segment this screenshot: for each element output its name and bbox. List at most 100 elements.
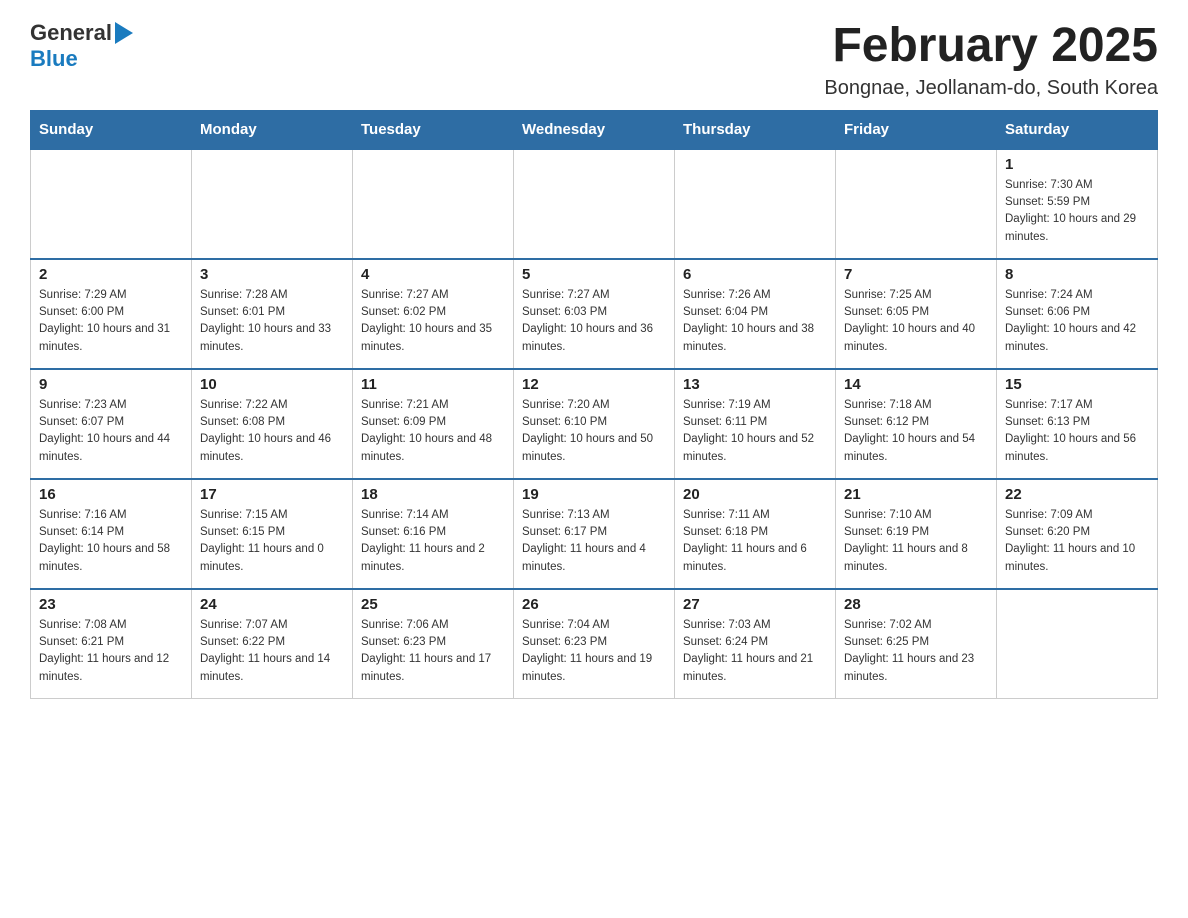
calendar-cell: 12 Sunrise: 7:20 AM Sunset: 6:10 PM Dayli… [514,369,675,479]
day-number: 13 [683,376,827,393]
day-info: Sunrise: 7:20 AM Sunset: 6:10 PM Dayligh… [522,397,666,466]
day-number: 8 [1005,266,1149,283]
calendar-cell: 23Sunrise: 7:08 AM Sunset: 6:21 PM Dayli… [31,589,192,699]
day-info: Sunrise: 7:25 AM Sunset: 6:05 PM Dayligh… [844,287,988,356]
col-header-monday: Monday [192,110,353,149]
calendar-cell: 22 Sunrise: 7:09 AM Sunset: 6:20 PM Dayli… [997,479,1158,589]
calendar-cell: 1 Sunrise: 7:30 AM Sunset: 5:59 PM Daylig… [997,149,1158,259]
calendar-cell: 28 Sunrise: 7:02 AM Sunset: 6:25 PM Dayli… [836,589,997,699]
day-number: 2 [39,266,183,283]
col-header-sunday: Sunday [31,110,192,149]
day-number: 16 [39,486,183,503]
logo: General Blue [30,20,133,72]
day-number: 14 [844,376,988,393]
day-number: 18 [361,486,505,503]
calendar-cell: 18 Sunrise: 7:14 AM Sunset: 6:16 PM Dayli… [353,479,514,589]
page-header: General Blue February 2025 Bongnae, Jeol… [30,20,1158,100]
day-number: 27 [683,596,827,613]
logo-blue-text: Blue [30,46,78,71]
day-info: Sunrise: 7:02 AM Sunset: 6:25 PM Dayligh… [844,617,988,686]
day-number: 5 [522,266,666,283]
calendar-cell: 2Sunrise: 7:29 AM Sunset: 6:00 PM Daylig… [31,259,192,369]
calendar-cell: 7 Sunrise: 7:25 AM Sunset: 6:05 PM Daylig… [836,259,997,369]
calendar-cell: 11 Sunrise: 7:21 AM Sunset: 6:09 PM Dayli… [353,369,514,479]
calendar-week-row: 16 Sunrise: 7:16 AM Sunset: 6:14 PM Dayli… [31,479,1158,589]
calendar-cell [514,149,675,259]
calendar-cell [31,149,192,259]
calendar-header-row: SundayMondayTuesdayWednesdayThursdayFrid… [31,110,1158,149]
calendar-cell: 24 Sunrise: 7:07 AM Sunset: 6:22 PM Dayli… [192,589,353,699]
day-number: 7 [844,266,988,283]
title-block: February 2025 Bongnae, Jeollanam-do, Sou… [824,20,1158,100]
day-info: Sunrise: 7:09 AM Sunset: 6:20 PM Dayligh… [1005,507,1149,576]
calendar-cell: 3 Sunrise: 7:28 AM Sunset: 6:01 PM Daylig… [192,259,353,369]
col-header-wednesday: Wednesday [514,110,675,149]
day-number: 25 [361,596,505,613]
day-number: 21 [844,486,988,503]
calendar-week-row: 1 Sunrise: 7:30 AM Sunset: 5:59 PM Daylig… [31,149,1158,259]
day-number: 3 [200,266,344,283]
calendar-cell: 14 Sunrise: 7:18 AM Sunset: 6:12 PM Dayli… [836,369,997,479]
calendar-cell: 5 Sunrise: 7:27 AM Sunset: 6:03 PM Daylig… [514,259,675,369]
day-number: 4 [361,266,505,283]
day-info: Sunrise: 7:17 AM Sunset: 6:13 PM Dayligh… [1005,397,1149,466]
calendar-cell: 27 Sunrise: 7:03 AM Sunset: 6:24 PM Dayli… [675,589,836,699]
calendar-week-row: 23Sunrise: 7:08 AM Sunset: 6:21 PM Dayli… [31,589,1158,699]
logo-arrow-icon [115,22,133,44]
day-info: Sunrise: 7:03 AM Sunset: 6:24 PM Dayligh… [683,617,827,686]
calendar-cell: 21Sunrise: 7:10 AM Sunset: 6:19 PM Dayli… [836,479,997,589]
day-info: Sunrise: 7:13 AM Sunset: 6:17 PM Dayligh… [522,507,666,576]
day-number: 12 [522,376,666,393]
day-number: 22 [1005,486,1149,503]
day-number: 23 [39,596,183,613]
calendar-cell: 6 Sunrise: 7:26 AM Sunset: 6:04 PM Daylig… [675,259,836,369]
day-info: Sunrise: 7:19 AM Sunset: 6:11 PM Dayligh… [683,397,827,466]
calendar-cell: 26Sunrise: 7:04 AM Sunset: 6:23 PM Dayli… [514,589,675,699]
day-number: 17 [200,486,344,503]
location-subtitle: Bongnae, Jeollanam-do, South Korea [824,77,1158,100]
calendar-cell [836,149,997,259]
day-info: Sunrise: 7:15 AM Sunset: 6:15 PM Dayligh… [200,507,344,576]
calendar-cell: 9 Sunrise: 7:23 AM Sunset: 6:07 PM Daylig… [31,369,192,479]
day-info: Sunrise: 7:28 AM Sunset: 6:01 PM Dayligh… [200,287,344,356]
day-info: Sunrise: 7:22 AM Sunset: 6:08 PM Dayligh… [200,397,344,466]
day-number: 1 [1005,156,1149,173]
calendar-cell: 16 Sunrise: 7:16 AM Sunset: 6:14 PM Dayli… [31,479,192,589]
day-number: 9 [39,376,183,393]
calendar-cell: 19 Sunrise: 7:13 AM Sunset: 6:17 PM Dayli… [514,479,675,589]
day-info: Sunrise: 7:06 AM Sunset: 6:23 PM Dayligh… [361,617,505,686]
day-info: Sunrise: 7:11 AM Sunset: 6:18 PM Dayligh… [683,507,827,576]
day-number: 19 [522,486,666,503]
day-info: Sunrise: 7:23 AM Sunset: 6:07 PM Dayligh… [39,397,183,466]
calendar-cell [192,149,353,259]
day-info: Sunrise: 7:27 AM Sunset: 6:02 PM Dayligh… [361,287,505,356]
col-header-tuesday: Tuesday [353,110,514,149]
calendar-cell: 15Sunrise: 7:17 AM Sunset: 6:13 PM Dayli… [997,369,1158,479]
col-header-saturday: Saturday [997,110,1158,149]
day-info: Sunrise: 7:26 AM Sunset: 6:04 PM Dayligh… [683,287,827,356]
day-info: Sunrise: 7:07 AM Sunset: 6:22 PM Dayligh… [200,617,344,686]
day-number: 28 [844,596,988,613]
day-number: 11 [361,376,505,393]
calendar-cell: 10 Sunrise: 7:22 AM Sunset: 6:08 PM Dayli… [192,369,353,479]
calendar-cell: 25 Sunrise: 7:06 AM Sunset: 6:23 PM Dayli… [353,589,514,699]
calendar-cell: 13 Sunrise: 7:19 AM Sunset: 6:11 PM Dayli… [675,369,836,479]
day-info: Sunrise: 7:30 AM Sunset: 5:59 PM Dayligh… [1005,177,1149,246]
calendar-cell: 17 Sunrise: 7:15 AM Sunset: 6:15 PM Dayli… [192,479,353,589]
day-number: 20 [683,486,827,503]
day-number: 24 [200,596,344,613]
day-number: 6 [683,266,827,283]
day-info: Sunrise: 7:27 AM Sunset: 6:03 PM Dayligh… [522,287,666,356]
calendar-cell: 4 Sunrise: 7:27 AM Sunset: 6:02 PM Daylig… [353,259,514,369]
calendar-cell [353,149,514,259]
calendar-cell [675,149,836,259]
day-info: Sunrise: 7:04 AM Sunset: 6:23 PM Dayligh… [522,617,666,686]
day-number: 10 [200,376,344,393]
day-info: Sunrise: 7:21 AM Sunset: 6:09 PM Dayligh… [361,397,505,466]
day-info: Sunrise: 7:16 AM Sunset: 6:14 PM Dayligh… [39,507,183,576]
calendar-cell: 8Sunrise: 7:24 AM Sunset: 6:06 PM Daylig… [997,259,1158,369]
day-info: Sunrise: 7:14 AM Sunset: 6:16 PM Dayligh… [361,507,505,576]
day-info: Sunrise: 7:18 AM Sunset: 6:12 PM Dayligh… [844,397,988,466]
col-header-friday: Friday [836,110,997,149]
calendar-week-row: 9 Sunrise: 7:23 AM Sunset: 6:07 PM Daylig… [31,369,1158,479]
